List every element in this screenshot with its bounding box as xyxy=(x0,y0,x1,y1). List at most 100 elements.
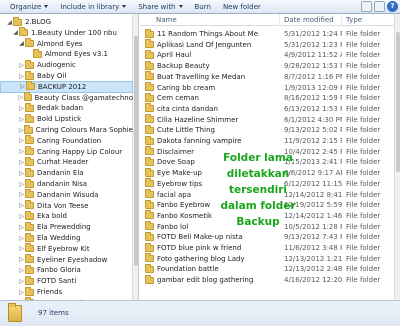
tree-item-label: Fanbo Gloria xyxy=(37,266,81,275)
file-name: Dakota fanning vampire xyxy=(157,137,242,145)
folder-icon xyxy=(25,178,34,188)
tree-item-label: Beauty Class @gamatechno xyxy=(34,93,134,102)
folder-icon xyxy=(145,103,154,113)
tree-item-label: Dita Von Teese xyxy=(37,201,89,210)
file-name: Dove Soap xyxy=(157,158,195,167)
column-name-header[interactable]: Name xyxy=(140,14,280,26)
file-name-cell: gambar edit blog gathering xyxy=(140,274,280,286)
file-type: File folder xyxy=(346,276,381,285)
tree-item-label: dandanin Nisa xyxy=(37,180,88,188)
folder-icon xyxy=(145,167,154,177)
file-list-scrollbar-thumb[interactable] xyxy=(396,32,400,172)
tree-item-label: Almond Eyes v3.1 xyxy=(45,50,108,59)
file-name: Caring bb cream xyxy=(157,83,216,92)
tree-item-label: Caring Foundation xyxy=(37,136,102,145)
item-count: 97 items xyxy=(38,309,69,317)
preview-pane-icon[interactable] xyxy=(374,1,385,12)
file-name: Disclaimer xyxy=(157,147,195,156)
file-list-scrollbar[interactable] xyxy=(394,14,400,300)
tree-item-label: Ela Prewedding xyxy=(37,223,91,232)
folder-icon xyxy=(145,274,154,284)
file-name: 11 Random Things About Me xyxy=(157,30,259,38)
toolbar-item-label: New folder xyxy=(222,2,261,11)
folder-icon xyxy=(33,48,42,58)
status-bar: 97 items xyxy=(0,300,400,326)
folder-icon xyxy=(25,113,34,123)
help-icon[interactable]: ? xyxy=(387,1,398,12)
folder-icon xyxy=(25,189,34,199)
folder-icon xyxy=(25,146,34,156)
tree-item-label: BACKUP 2012 xyxy=(38,82,87,91)
tree-item-label: Elf Eyebrow Kit xyxy=(37,244,90,253)
folder-icon xyxy=(25,156,34,166)
chevron-down-icon xyxy=(122,5,127,8)
tree-item-label: Curhat Header xyxy=(37,158,89,167)
folder-icon xyxy=(145,71,154,81)
folder-icon xyxy=(25,70,34,80)
folder-icon xyxy=(25,167,34,177)
folder-icon xyxy=(145,253,154,263)
toolbar-item-include-in-library[interactable]: Include in library xyxy=(54,0,132,14)
column-type-header[interactable]: Type xyxy=(342,14,394,26)
folder-icon xyxy=(25,200,34,210)
folder-icon xyxy=(145,263,154,273)
folder-icon xyxy=(145,92,154,102)
file-name: Backup Beauty xyxy=(157,62,210,71)
file-date: 4/16/2012 12:20 PM xyxy=(284,276,342,285)
view-options-icon[interactable] xyxy=(361,1,372,12)
folder-icon xyxy=(25,275,34,285)
tree-item-label: Almond Eyes xyxy=(37,39,83,48)
folder-icon xyxy=(145,114,154,124)
folder-icon xyxy=(145,231,154,241)
folder-icon xyxy=(23,92,32,102)
folder-icon xyxy=(25,264,34,274)
file-name: Buat Travelling ke Medan xyxy=(157,72,246,81)
tree-item-label: Caring Colours Mara Sophie xyxy=(35,126,133,134)
toolbar-item-organize[interactable]: Organize xyxy=(4,0,54,14)
file-name: Aplikasi Land Of Jengunten xyxy=(157,40,252,49)
file-name: cita cinta dandan xyxy=(157,104,218,113)
folder-icon xyxy=(145,146,154,156)
file-name: Foundation battle xyxy=(157,265,219,274)
tree-item-label: Ela Wedding xyxy=(37,234,81,242)
file-row[interactable]: gambar edit blog gathering 4/16/2012 12:2… xyxy=(140,274,394,286)
file-name: Foto gathering blog Lady xyxy=(157,254,245,263)
folder-icon xyxy=(145,135,154,145)
folder-icon xyxy=(13,16,22,26)
folder-icon xyxy=(145,82,154,91)
file-name: FOTD Beli Make-up nista xyxy=(157,233,243,242)
nav-scrollbar-thumb[interactable] xyxy=(134,36,138,266)
folder-icon xyxy=(25,221,34,231)
column-date-header[interactable]: Date modified xyxy=(280,14,342,26)
navigation-pane: ◢ 2.BLOG ◢ 1.Beauty Under 100 nbu ◢ Almond Ey… xyxy=(0,14,139,300)
folder-icon xyxy=(25,38,34,48)
column-header: Name Date modified Type xyxy=(140,14,394,26)
toolbar-item-label: Burn xyxy=(194,2,211,11)
tree-item-label: Bold Lipstick xyxy=(37,115,82,124)
toolbar-item-new-folder[interactable]: New folder xyxy=(217,0,267,14)
toolbar-item-burn[interactable]: Burn xyxy=(189,0,217,14)
chevron-down-icon xyxy=(178,5,183,8)
folder-icon xyxy=(25,210,34,220)
folder-icon xyxy=(25,232,34,242)
toolbar-item-share-with[interactable]: Share with xyxy=(132,0,188,14)
folder-icon xyxy=(145,178,154,188)
file-name: April Haul xyxy=(157,51,192,60)
toolbar-item-label: Share with xyxy=(138,2,176,11)
file-name: Fanbo Eyebrow xyxy=(157,201,211,210)
folder-icon xyxy=(145,28,154,38)
tree-item-label: Dandanin Wisuda xyxy=(37,190,99,199)
folder-icon xyxy=(25,243,34,253)
tree-item-label: Caring Happy Lip Colour xyxy=(37,147,123,156)
command-bar: Organize Include in library Share with Burn… xyxy=(0,0,400,14)
chevron-down-icon xyxy=(44,5,49,8)
folder-icon xyxy=(25,135,34,145)
tree-item-label: Baby Oil xyxy=(37,72,67,80)
folder-icon xyxy=(145,49,154,59)
folder-icon xyxy=(24,124,33,134)
file-name: Cilia Hazeline Shimmer xyxy=(157,115,239,124)
folder-icon xyxy=(145,242,154,252)
folder-icon xyxy=(145,39,154,49)
tree-item-label: 2.BLOG xyxy=(25,18,52,26)
folder-icon xyxy=(8,303,22,322)
